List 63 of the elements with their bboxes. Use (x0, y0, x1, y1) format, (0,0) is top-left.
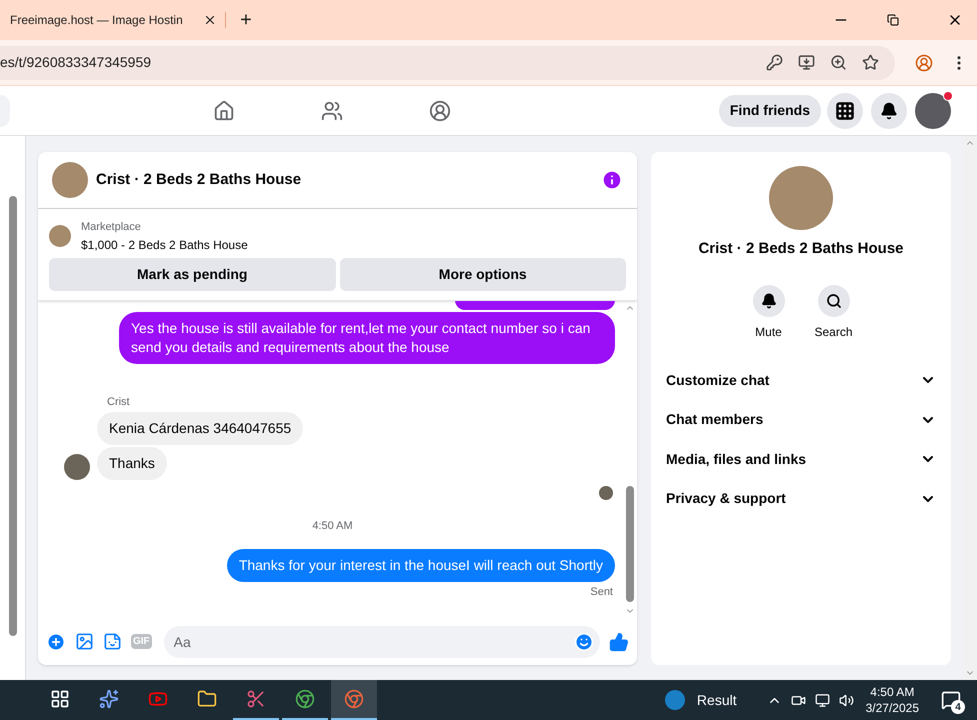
notifications-button[interactable] (871, 92, 907, 128)
home-icon[interactable] (213, 100, 235, 122)
zoom-icon[interactable] (830, 54, 847, 71)
seen-avatar (599, 486, 613, 500)
section-item[interactable]: Media, files and links (666, 440, 936, 479)
restore-icon[interactable] (887, 14, 899, 26)
bell-icon (880, 102, 898, 120)
chrome-icon (295, 689, 315, 709)
groups-icon[interactable] (429, 100, 451, 122)
action-button[interactable]: Mark as pending (49, 258, 336, 290)
sticker-icon[interactable] (103, 632, 122, 651)
weather-icon (664, 690, 685, 710)
clock-date[interactable]: 3/27/2025 (866, 700, 919, 716)
sender-name: Crist (107, 394, 131, 410)
chat-title: Crist · 2 Beds 2 Baths House (96, 170, 302, 190)
friends-icon[interactable] (321, 100, 343, 122)
address-bar[interactable]: es/t/9260833347345959 (0, 46, 895, 80)
listing-source: Marketplace (81, 220, 142, 235)
plus-icon[interactable] (46, 632, 66, 652)
close-icon[interactable] (203, 13, 217, 27)
action-button[interactable]: More options (340, 258, 626, 290)
sent-status: Sent (590, 584, 613, 600)
notification-count: 4 (951, 700, 965, 714)
browser-tab[interactable]: Freeimage.host — Image Hostin (0, 0, 225, 40)
message-bubble: Thanks (97, 447, 167, 480)
grid-icon (835, 100, 855, 120)
image-icon[interactable] (75, 632, 94, 651)
like-icon[interactable] (609, 632, 629, 652)
message-bubble: Thanks for your interest in the houseI will reach out Shortly (226, 548, 615, 582)
search-icon (826, 292, 842, 308)
taskview-icon (50, 689, 70, 709)
chat-avatar (52, 162, 88, 198)
section-item[interactable]: Chat members (666, 400, 936, 440)
new-tab-button[interactable]: + (234, 5, 258, 35)
section-item[interactable]: Privacy & support (666, 479, 936, 518)
notifications-icon[interactable] (941, 690, 961, 710)
message-bubble: Yes the house is still available for rent,let me your contact number so i can send you details and requirements about the house (119, 312, 615, 364)
menu-button[interactable] (827, 92, 863, 128)
clock-time[interactable]: 4:50 AM (870, 684, 914, 700)
copilot-icon (99, 689, 119, 709)
key-icon[interactable] (766, 54, 783, 71)
details-title: Crist · 2 Beds 2 Baths House (698, 239, 904, 259)
chrome-icon (344, 689, 364, 709)
message-bubble: Kenia Cárdenas 3464047655 (97, 412, 304, 445)
mute-button[interactable]: Mute (744, 284, 792, 340)
listing-thumbnail (49, 225, 71, 248)
profile-icon[interactable] (915, 54, 933, 72)
snip-icon (246, 689, 266, 709)
folder-icon (197, 689, 217, 709)
install-icon[interactable] (798, 54, 815, 71)
find-friends-button[interactable]: Find friends (718, 94, 821, 126)
network-icon[interactable] (814, 692, 830, 708)
listing-name: $1,000 - 2 Beds 2 Baths House (81, 236, 248, 254)
volume-icon[interactable] (838, 692, 854, 708)
avatar[interactable] (915, 92, 951, 128)
bell-icon (760, 292, 776, 308)
star-icon[interactable] (862, 54, 879, 71)
search-button[interactable]: Search (810, 284, 858, 340)
info-icon[interactable] (601, 169, 623, 191)
timestamp: 4:50 AM (312, 519, 353, 534)
weather-text[interactable]: Result (696, 690, 737, 710)
section-item[interactable]: Customize chat (666, 360, 936, 400)
message-field[interactable]: Aa (164, 626, 600, 658)
